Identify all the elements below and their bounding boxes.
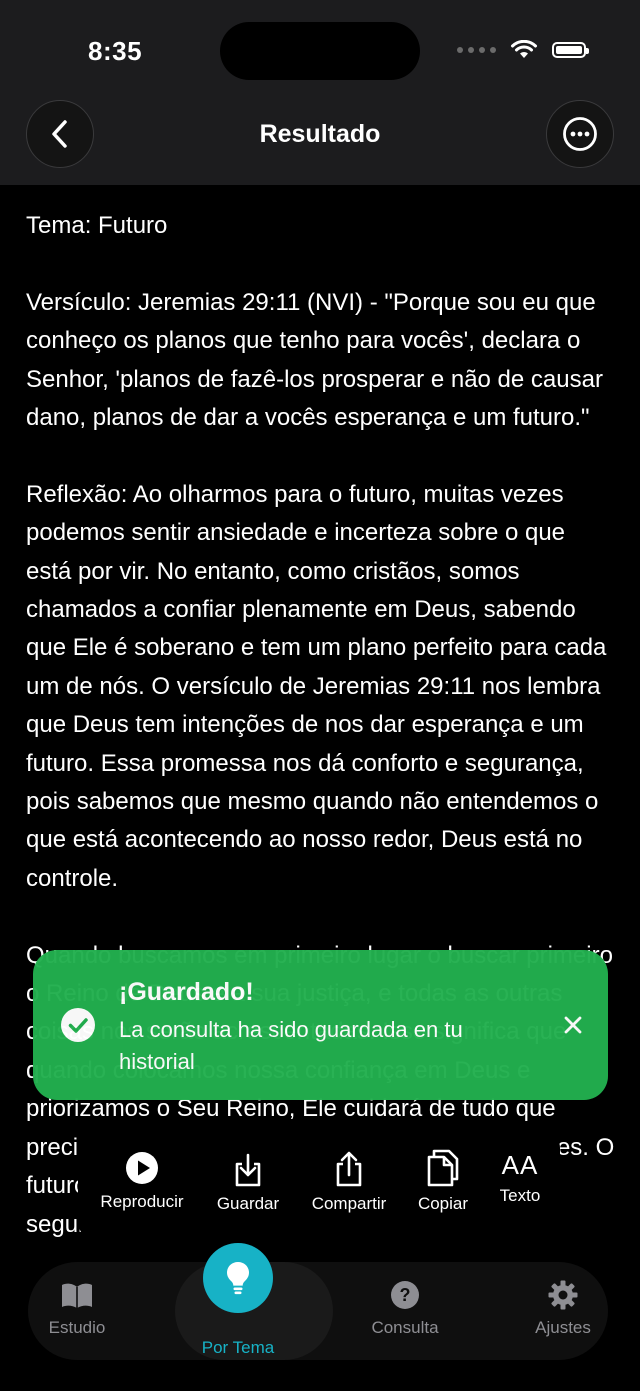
copy-button[interactable]: Copiar [408,1148,478,1214]
text-size-icon: AA [501,1150,539,1180]
nav-bar: Resultado [0,100,640,185]
page-title: Resultado [259,120,381,148]
share-button[interactable]: Compartir [300,1150,398,1214]
check-circle-icon [61,1008,95,1042]
lightbulb-icon [227,1262,249,1295]
status-time: 8:35 [88,36,143,66]
book-icon [62,1283,92,1308]
dynamic-island [220,22,420,80]
share-icon [336,1151,362,1187]
saved-toast: ¡Guardado! La consulta ha sido guardada … [33,950,608,1100]
tab-bar: Estudio ? Consulta Ajustes [28,1262,608,1360]
reflection-paragraph: Reflexão: Ao olharmos para o futuro, mui… [26,480,607,892]
tab-ajustes-label: Ajustes [535,1318,591,1337]
tab-estudio-label: Estudio [48,1318,106,1337]
play-button[interactable]: Reproducir [96,1150,188,1212]
tab-consulta-label: Consulta [371,1318,439,1337]
signal-icon [457,47,496,53]
play-circle-icon [126,1152,158,1184]
status-icons [457,40,589,60]
result-content: Tema: Futuro Versículo: Jeremias 29:11 (… [26,207,616,1282]
status-bar: 8:35 [0,0,640,100]
text-size-label: Texto [499,1186,541,1205]
wifi-icon [511,40,537,58]
play-label: Reproducir [100,1192,184,1211]
toast-title: ¡Guardado! [119,978,254,1006]
tab-ajustes[interactable]: Ajustes [524,1280,602,1338]
download-icon [235,1153,261,1187]
tab-estudio[interactable]: Estudio [38,1282,116,1338]
save-label: Guardar [216,1194,280,1213]
share-label: Compartir [311,1194,387,1213]
save-button[interactable]: Guardar [208,1152,288,1214]
action-bar: Reproducir Guardar Compartir Copiar AA T… [78,1130,560,1240]
ellipsis-circle-icon [563,117,597,151]
verse-paragraph: Versículo: Jeremias 29:11 (NVI) - "Porqu… [26,288,603,432]
topic-paragraph: Tema: Futuro [26,212,168,239]
more-options-button[interactable] [546,100,614,168]
copy-icon [427,1149,459,1187]
toast-message: La consulta ha sido guardada en tu histo… [119,1017,463,1074]
question-circle-icon: ? [391,1281,419,1309]
tab-por-tema-label: Por Tema [201,1338,275,1357]
copy-label: Copiar [417,1194,469,1213]
svg-text:?: ? [400,1285,411,1305]
text-size-button[interactable]: AA Texto [490,1148,550,1206]
gear-icon [548,1280,578,1310]
close-icon[interactable] [562,1014,584,1036]
tab-consulta[interactable]: ? Consulta [358,1280,452,1338]
tab-por-tema[interactable] [203,1243,273,1313]
battery-icon [552,42,589,58]
